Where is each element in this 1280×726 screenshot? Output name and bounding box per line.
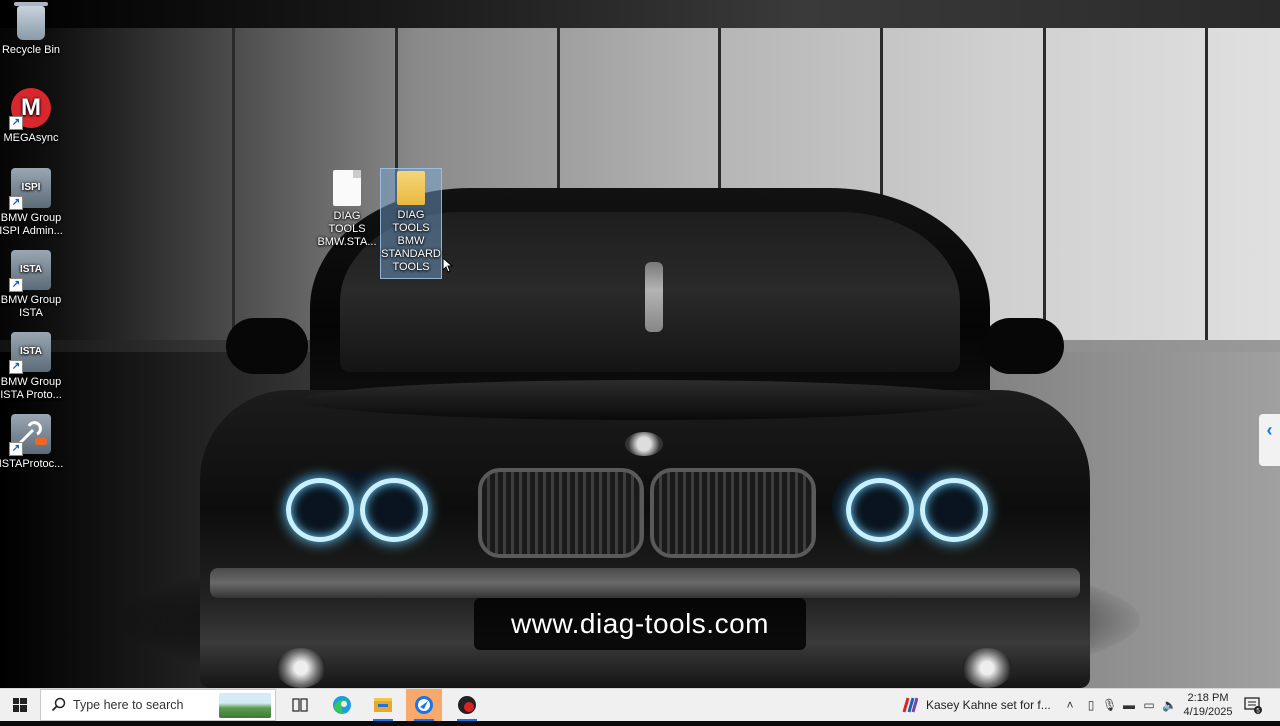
running-indicator: [414, 719, 434, 721]
desktop-icon-ispi-admin[interactable]: ISPI ↗ BMW Group ISPI Admin...: [0, 168, 66, 238]
car-ornament: [645, 262, 663, 332]
tray-overflow-chevron-up-icon[interactable]: ˄: [1063, 697, 1077, 713]
angel-eye-ring: [360, 478, 428, 542]
notification-icon: 5: [1244, 697, 1262, 715]
ista-proto-icon: ISTA ↗: [9, 332, 51, 374]
taskbar-edge[interactable]: [324, 689, 360, 721]
ispi-icon-text: ISPI: [21, 182, 41, 193]
icon-label: BMW: [397, 235, 425, 247]
desktop-icon-istaprotocol[interactable]: ↗ ISTAProtoc...: [0, 414, 66, 471]
task-view-icon: [292, 698, 308, 712]
app-circle-icon: [415, 696, 433, 714]
icon-label: ISTAProtoc...: [0, 458, 64, 470]
desktop-icon-ista[interactable]: ISTA ↗ BMW Group ISTA: [0, 250, 66, 320]
taskbar-clock[interactable]: 2:18 PM 4/19/2025: [1178, 691, 1238, 719]
clock-time: 2:18 PM: [1187, 692, 1229, 704]
watermark-url: www.diag-tools.com: [474, 598, 806, 650]
megasync-icon: M ↗: [9, 88, 51, 130]
zip-folder-icon: [397, 171, 425, 205]
taskbar-search-box[interactable]: Type here to search: [40, 689, 276, 721]
desktop-file-diag-tools-bmw-standard-tools[interactable]: DIAG TOOLS BMW STANDARD TOOLS: [380, 168, 442, 279]
search-icon: [51, 697, 66, 712]
car-headlight-left: [282, 472, 432, 542]
icon-label: BMW.STA...: [317, 236, 377, 248]
folder-icon: [374, 698, 392, 712]
icon-label: STANDARD: [381, 248, 441, 260]
battery-icon[interactable]: ▬: [1122, 697, 1136, 713]
taskbar: Type here to search Kasey Kahne set for …: [0, 688, 1280, 721]
network-icon[interactable]: ▭: [1142, 697, 1156, 713]
icon-label: ISPI Admin...: [0, 225, 63, 237]
task-view-button[interactable]: [282, 689, 318, 721]
wall-panel: [232, 28, 235, 340]
recycle-bin-icon: [14, 2, 48, 40]
istaprotocol-icon: ↗: [9, 414, 51, 456]
wall-panel: [1043, 28, 1046, 340]
search-highlight-image: [219, 693, 271, 718]
windows-logo-icon: [13, 698, 27, 712]
icon-label: ISTA: [19, 307, 43, 319]
taskbar-app-red[interactable]: [449, 689, 485, 721]
icon-label: BMW Group: [0, 376, 62, 388]
ispi-admin-icon: ISPI ↗: [9, 168, 51, 210]
shortcut-arrow-icon: ↗: [9, 278, 23, 292]
icon-label: BMW Group: [0, 294, 62, 306]
running-indicator: [373, 719, 393, 721]
angel-eye-ring: [286, 478, 354, 542]
icon-label: ISTA Proto...: [0, 389, 62, 401]
shortcut-arrow-icon: ↗: [9, 442, 23, 456]
ista-proto-icon-text: ISTA: [19, 346, 43, 357]
car-grille-left: [478, 468, 644, 558]
car-mirror-right: [982, 318, 1064, 374]
shortcut-arrow-icon: ↗: [9, 116, 23, 130]
car-bumper: [210, 568, 1080, 598]
wall-top: [0, 0, 1280, 28]
car-hood: [300, 380, 990, 420]
side-panel-chevron-left-icon[interactable]: ‹: [1259, 414, 1280, 466]
icon-label: Recycle Bin: [1, 44, 61, 56]
shortcut-arrow-icon: ↗: [9, 360, 23, 374]
icon-label: BMW Group: [0, 212, 62, 224]
angel-eye-ring: [846, 478, 914, 542]
microphone-icon[interactable]: 🎙: [1102, 697, 1117, 713]
car-badge: [625, 432, 663, 456]
news-stripes-icon: [902, 697, 918, 713]
clock-date: 4/19/2025: [1183, 706, 1233, 718]
icon-label: DIAG TOOLS: [328, 210, 366, 235]
news-headline: Kasey Kahne set for f...: [926, 698, 1051, 712]
notification-center-button[interactable]: 5: [1244, 696, 1262, 715]
car-foglight-right: [962, 648, 1012, 688]
desktop-icon-recycle-bin[interactable]: Recycle Bin: [0, 2, 66, 57]
car-grille-right: [650, 468, 816, 558]
icon-label: MEGAsync: [3, 132, 59, 144]
taskbar-file-explorer[interactable]: [365, 689, 401, 721]
start-button[interactable]: [0, 689, 40, 721]
bug-app-icon: [458, 696, 476, 714]
ista-icon-text: ISTA: [19, 264, 43, 275]
desktop-file-diag-tools-bmw-sta[interactable]: DIAG TOOLS BMW.STA...: [314, 170, 380, 249]
desktop-wallpaper: [0, 0, 1280, 688]
edge-browser-icon: [333, 696, 351, 714]
wall-panel: [1205, 28, 1208, 340]
icon-label: DIAG TOOLS: [392, 209, 430, 234]
megasync-icon-letter: M: [21, 94, 41, 121]
running-indicator: [457, 719, 477, 721]
desktop-icon-ista-proto[interactable]: ISTA ↗ BMW Group ISTA Proto...: [0, 332, 66, 402]
volume-icon[interactable]: 🔈: [1162, 697, 1177, 713]
ista-icon: ISTA ↗: [9, 250, 51, 292]
car-foglight-left: [276, 648, 326, 688]
desktop-icon-megasync[interactable]: M ↗ MEGAsync: [0, 88, 66, 145]
tray-device-icon[interactable]: ▯: [1084, 697, 1098, 713]
search-placeholder: Type here to search: [73, 698, 184, 712]
shortcut-arrow-icon: ↗: [9, 196, 23, 210]
car-headlight-right: [832, 472, 988, 542]
car-mirror-left: [226, 318, 308, 374]
blank-file-icon: [333, 170, 361, 206]
taskbar-active-app[interactable]: [406, 689, 442, 721]
icon-label: TOOLS: [392, 261, 430, 273]
angel-eye-ring: [920, 478, 988, 542]
